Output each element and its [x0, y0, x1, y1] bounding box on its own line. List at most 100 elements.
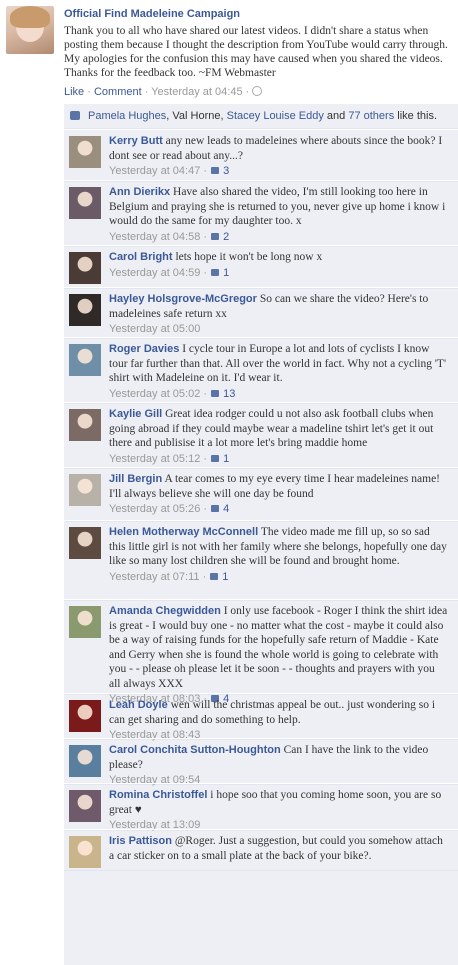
comment-timestamp[interactable]: Yesterday at 05:02: [109, 388, 200, 400]
comment-body: Roger Davies I cycle tour in Europe a lo…: [109, 342, 449, 401]
commenter-avatar[interactable]: [69, 790, 101, 822]
liker-link[interactable]: Stacey Louise Eddy: [227, 110, 324, 122]
post-message: Thank you to all who have shared our lat…: [64, 25, 448, 79]
commenter-name-link[interactable]: Romina Christoffel: [109, 789, 207, 801]
comment-meta: Yesterday at 05:02 · 13: [109, 387, 449, 401]
commenter-name-link[interactable]: Helen Motherway McConnell: [109, 526, 258, 538]
like-thumb-icon: [211, 232, 220, 240]
like-thumb-icon: [211, 454, 220, 462]
comment-body: Carol Bright lets hope it won't be long …: [109, 250, 449, 280]
comment-text: lets hope it won't be long now x: [175, 251, 323, 263]
like-thumb-icon: [211, 268, 220, 276]
comment-row: Ann Dierikx Have also shared the video, …: [64, 180, 458, 247]
comment-like-count[interactable]: 2: [223, 231, 229, 243]
like-thumb-icon: [211, 167, 220, 174]
likes-sentence: Pamela Hughes, Val Horne, Stacey Louise …: [88, 104, 437, 128]
commenter-avatar[interactable]: [69, 836, 101, 868]
comment-link[interactable]: Comment: [94, 86, 142, 98]
separator: ·: [199, 570, 207, 583]
commenter-name-link[interactable]: Jill Bergin: [109, 473, 162, 485]
commenter-name-link[interactable]: Leah Doyle: [109, 699, 168, 711]
comment-row: Jill Bergin A tear comes to my eye every…: [64, 467, 458, 522]
globe-icon: [252, 86, 263, 96]
comment-meta: Yesterday at 05:12 · 1: [109, 452, 449, 466]
comment-body: Kaylie Gill Great idea rodger could u no…: [109, 407, 449, 466]
commenter-avatar[interactable]: [69, 344, 101, 376]
separator: ·: [200, 266, 208, 279]
liker-link[interactable]: Pamela Hughes: [88, 110, 166, 122]
comment-row: Kerry Butt any new leads to madeleines w…: [64, 129, 458, 182]
comment-body: Helen Motherway McConnell The video made…: [109, 525, 449, 584]
commenter-name-link[interactable]: Carol Bright: [109, 251, 173, 263]
comment-body: Romina Christoffel i hope soo that you c…: [109, 788, 449, 832]
comment-timestamp[interactable]: Yesterday at 05:00: [109, 323, 200, 335]
comment-meta: Yesterday at 05:26 · 4: [109, 502, 449, 516]
commenter-avatar[interactable]: [69, 527, 101, 559]
comment-body: Carol Conchita Sutton-Houghton Can I hav…: [109, 743, 449, 787]
comment-like-count[interactable]: 4: [223, 503, 229, 515]
commenter-name-link[interactable]: Ann Dierikx: [109, 186, 170, 198]
comment-row: Carol Bright lets hope it won't be long …: [64, 245, 458, 289]
comment-like-count[interactable]: 1: [223, 453, 229, 465]
comment-timestamp[interactable]: Yesterday at 07:11: [109, 571, 200, 583]
commenter-name-link[interactable]: Carol Conchita Sutton-Houghton: [109, 744, 281, 756]
commenter-avatar[interactable]: [69, 606, 101, 638]
comment-like-count[interactable]: 13: [223, 388, 235, 400]
others-link[interactable]: 77 others: [348, 110, 394, 122]
like-thumb-icon: [211, 389, 220, 397]
commenter-avatar[interactable]: [69, 252, 101, 284]
post-author-link[interactable]: Official Find Madeleine Campaign: [64, 8, 240, 20]
comment-like-count[interactable]: 1: [223, 267, 229, 279]
commenter-name-link[interactable]: Iris Pattison: [109, 835, 172, 847]
separator: ·: [84, 86, 94, 98]
like-link[interactable]: Like: [64, 86, 84, 98]
commenter-name-link[interactable]: Kaylie Gill: [109, 408, 162, 420]
commenter-name-link[interactable]: Amanda Chegwidden: [109, 605, 221, 617]
comment-body: Ann Dierikx Have also shared the video, …: [109, 185, 449, 244]
commenter-avatar[interactable]: [69, 187, 101, 219]
comment-like-count[interactable]: 1: [222, 571, 228, 583]
post-action-bar: Like · Comment · Yesterday at 04:45 ·: [64, 86, 263, 98]
commenter-avatar[interactable]: [69, 409, 101, 441]
comment-timestamp[interactable]: Yesterday at 05:26: [109, 503, 200, 515]
comment-row: Amanda Chegwidden I only use facebook - …: [64, 599, 458, 705]
comment-like-count[interactable]: 3: [223, 165, 229, 177]
separator: ·: [200, 387, 208, 400]
commenter-avatar[interactable]: [69, 136, 101, 168]
comment-timestamp[interactable]: Yesterday at 04:47: [109, 165, 200, 177]
commenter-avatar[interactable]: [69, 745, 101, 777]
comment-row: Roger Davies I cycle tour in Europe a lo…: [64, 337, 458, 404]
likes-summary: Pamela Hughes, Val Horne, Stacey Louise …: [64, 104, 458, 129]
post-timestamp[interactable]: Yesterday at 04:45: [151, 86, 242, 98]
comment-body: Hayley Holsgrove-McGregor So can we shar…: [109, 292, 449, 336]
likes-suffix: like this.: [394, 110, 438, 122]
conjunction: and: [323, 110, 349, 122]
separator: ·: [200, 452, 208, 465]
comment-body: Amanda Chegwidden I only use facebook - …: [109, 604, 449, 706]
comment-timestamp[interactable]: Yesterday at 04:58: [109, 231, 200, 243]
comment-body: Iris Pattison @Roger. Just a suggestion,…: [109, 834, 449, 863]
comment-meta: Yesterday at 07:11 · 1: [109, 570, 449, 584]
commenter-name-link[interactable]: Roger Davies: [109, 343, 179, 355]
commenter-name-link[interactable]: Kerry Butt: [109, 135, 163, 147]
like-thumb-icon: [211, 505, 220, 512]
comment-timestamp[interactable]: Yesterday at 04:59: [109, 267, 200, 279]
comment-body: Jill Bergin A tear comes to my eye every…: [109, 472, 449, 516]
like-thumb-icon: [210, 572, 219, 580]
comment-row: Leah Doyle wen will the christmas appeal…: [64, 693, 458, 742]
commenter-avatar[interactable]: [69, 700, 101, 732]
like-thumb-icon: [70, 111, 80, 120]
liker-name: Val Horne: [172, 110, 221, 122]
commenter-name-link[interactable]: Hayley Holsgrove-McGregor: [109, 293, 257, 305]
separator: ·: [200, 165, 208, 177]
comment-text: I only use facebook - Roger I think the …: [109, 605, 448, 690]
separator: ·: [200, 503, 208, 515]
separator: ·: [242, 86, 253, 98]
comment-meta: Yesterday at 05:00: [109, 322, 449, 336]
commenter-avatar[interactable]: [69, 474, 101, 506]
page-avatar[interactable]: [6, 6, 54, 54]
comment-timestamp[interactable]: Yesterday at 05:12: [109, 453, 200, 465]
comment-meta: Yesterday at 04:58 · 2: [109, 230, 449, 244]
comment-body: Leah Doyle wen will the christmas appeal…: [109, 698, 449, 742]
commenter-avatar[interactable]: [69, 294, 101, 326]
